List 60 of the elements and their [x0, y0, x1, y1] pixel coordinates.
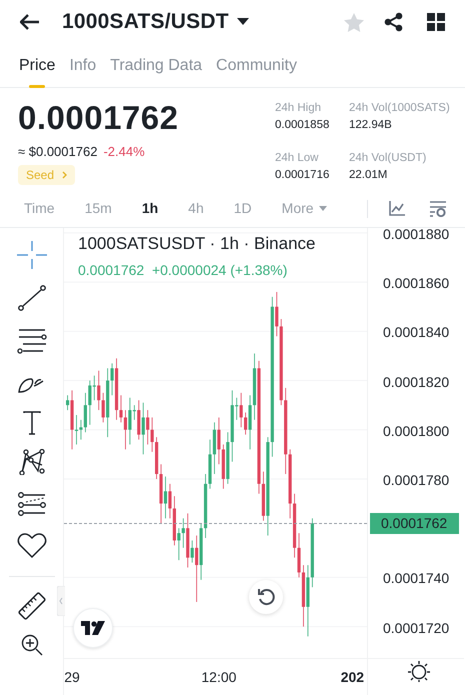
settings-icon[interactable] [407, 660, 431, 682]
price-axis-label: 0.0001780 [383, 472, 450, 487]
usd-price: ≈ $0.0001762 [18, 143, 98, 161]
price-axis-label: 0.0001880 [383, 226, 450, 241]
collapse-handle-icon[interactable] [57, 586, 65, 616]
price-axis-label: 0.0001820 [383, 374, 450, 389]
back-icon[interactable] [20, 14, 40, 30]
trend-line-icon[interactable] [18, 285, 46, 311]
chart-settings-icon[interactable] [429, 200, 447, 216]
tab[interactable]: Community [216, 54, 297, 88]
zoom-in-icon[interactable] [20, 634, 42, 656]
pair-selector[interactable]: 1000SATS/USDT [62, 6, 249, 38]
star-icon[interactable] [344, 12, 364, 32]
timeframe-tab[interactable]: 4h [188, 198, 204, 219]
refresh-icon [257, 588, 275, 606]
tab[interactable]: Trading Data [110, 54, 202, 88]
chevron-icon [62, 170, 68, 178]
grid-icon[interactable] [427, 13, 445, 31]
price-axis-label: 0.0001740 [383, 571, 450, 586]
price-axis-label: 0.0001860 [383, 276, 450, 290]
current-price-tag: 0.0001762 [370, 512, 459, 534]
seed-tag[interactable]: Seed [18, 164, 76, 184]
timeframe-tab[interactable]: 1h [142, 198, 158, 219]
tab[interactable]: Info [69, 54, 96, 88]
price-axis-label: 0.0001720 [383, 620, 450, 635]
tab[interactable]: Price [19, 54, 56, 88]
last-price: 0.0001762 [18, 98, 180, 138]
timeframe-tab[interactable]: Time [24, 198, 55, 219]
time-label: 29 [64, 669, 80, 685]
ruler-icon[interactable] [16, 591, 46, 621]
caret-icon [318, 206, 327, 212]
ohlc-quote: 0.0001762 +0.0000024 (+1.38%) [78, 261, 288, 280]
timeframe-tab[interactable]: 1D [234, 198, 252, 219]
stat-label: 24h Vol(1000SATS) [349, 101, 451, 116]
caret-icon [236, 18, 249, 26]
crosshair-icon[interactable] [16, 241, 46, 269]
pattern-icon[interactable] [18, 449, 46, 475]
stat-value: 0.0001858 [275, 118, 330, 133]
reset-chart-button[interactable] [249, 580, 283, 614]
price-axis-label: 0.0001840 [383, 325, 450, 340]
stat-value: 0.0001716 [275, 168, 330, 183]
text-icon[interactable] [22, 411, 40, 435]
stat-value: 22.01M [349, 168, 388, 183]
chart-title: 1000SATSUSDT · 1h · Binance [78, 233, 316, 255]
stat-label: 24h Low [275, 151, 320, 166]
stat-label: 24h Vol(USDT) [349, 151, 428, 166]
timeframe-tab[interactable]: 15m [84, 198, 112, 219]
stat-label: 24h High [275, 101, 322, 116]
price-axis-label: 0.0001800 [383, 424, 450, 438]
timeframe-tab[interactable]: More [282, 198, 327, 219]
time-label: 12:00 [201, 669, 236, 685]
heart-icon[interactable] [16, 533, 46, 559]
share-icon[interactable] [384, 12, 403, 32]
price-change: -2.44% [103, 143, 145, 161]
time-label: 202 [340, 669, 364, 685]
stat-value: 122.94B [349, 118, 393, 133]
parallel-lines-icon[interactable] [16, 328, 46, 354]
chart-logo-icon[interactable] [73, 608, 113, 648]
fibonacci-icon[interactable] [18, 492, 46, 516]
indicator-icon[interactable] [389, 201, 405, 216]
